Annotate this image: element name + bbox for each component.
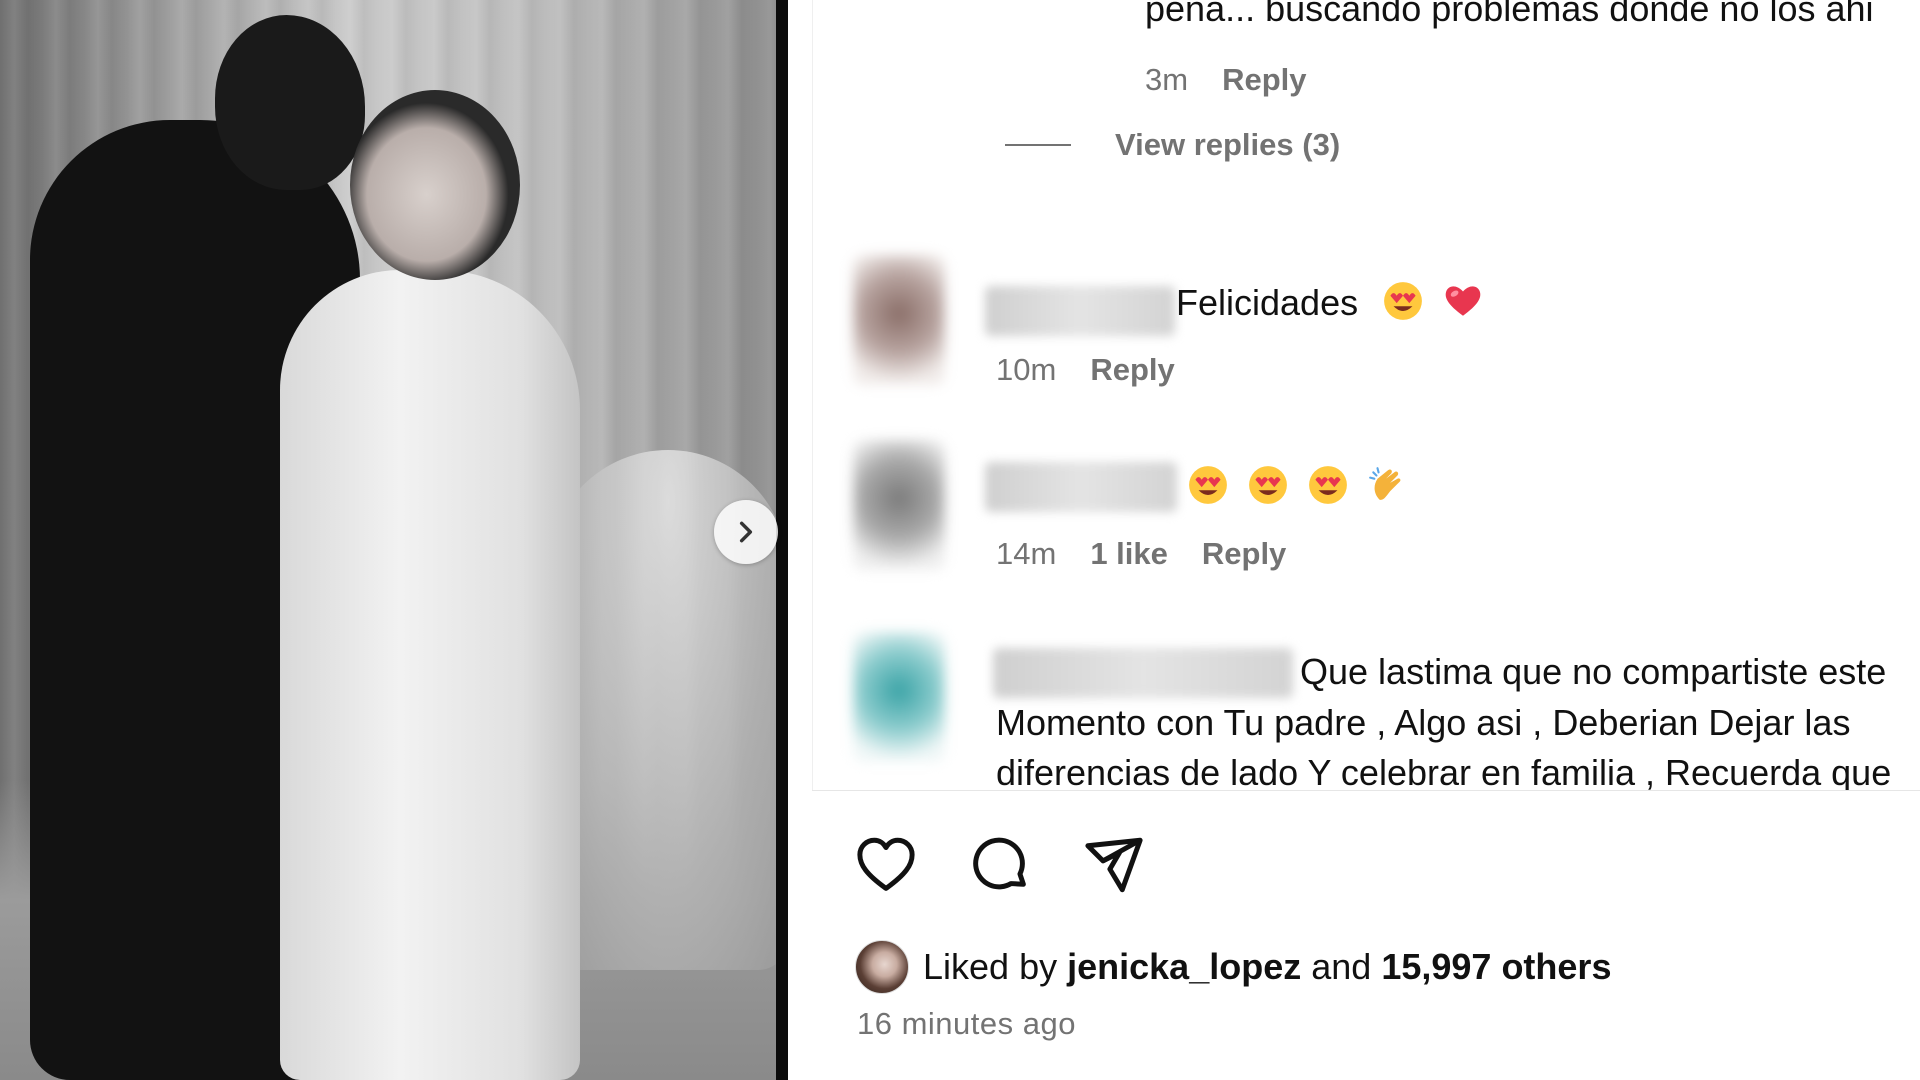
chevron-right-icon <box>739 521 753 543</box>
comments-list[interactable]: pena... buscando problemas donde no los … <box>812 0 1920 790</box>
comment-text <box>1187 462 1409 512</box>
share-icon[interactable] <box>1081 832 1147 898</box>
reply-button[interactable]: Reply <box>1202 536 1286 572</box>
comment-likes[interactable]: 1 like <box>1090 536 1168 572</box>
likes-summary: Liked by jenicka_lopez and 15,997 others <box>855 940 1611 994</box>
likes-others-link[interactable]: 15,997 others <box>1381 946 1611 987</box>
comment-meta: 10m Reply <box>996 352 1175 388</box>
comment-text-line: Que lastima que no compartiste este <box>1300 651 1887 692</box>
comment-text-line: diferencias de lado Y celebrar en famili… <box>996 752 1892 790</box>
comment-icon[interactable] <box>967 832 1033 898</box>
replies-line <box>1005 144 1071 146</box>
heart-eyes-emoji <box>1384 282 1423 321</box>
likes-text: Liked by jenicka_lopez and 15,997 others <box>923 946 1611 988</box>
comment-time: 14m <box>996 536 1057 571</box>
liker-username-link[interactable]: jenicka_lopez <box>1067 946 1301 987</box>
photo-woman-dress <box>280 270 580 1080</box>
avatar[interactable] <box>853 440 945 570</box>
heart-eyes-emoji <box>1249 466 1287 505</box>
section-divider <box>812 790 1920 791</box>
avatar[interactable] <box>853 255 945 385</box>
view-replies-label: View replies (3) <box>1115 127 1341 162</box>
reply-button[interactable]: Reply <box>1090 352 1174 388</box>
photo-border <box>776 0 788 1080</box>
post-photo[interactable] <box>0 0 776 1080</box>
next-photo-button[interactable] <box>714 500 778 564</box>
liker-avatar[interactable] <box>855 940 909 994</box>
comment-meta: 14m 1 like Reply <box>996 536 1286 572</box>
likes-prefix: Liked by <box>923 946 1058 987</box>
clapping-hands-emoji <box>1369 467 1401 501</box>
heart-eyes-emoji <box>1309 466 1347 505</box>
username-blurred[interactable] <box>993 648 1293 698</box>
comment-text-line: Momento con Tu padre , Algo asi , Deberi… <box>996 702 1851 743</box>
likes-and: and <box>1311 946 1372 987</box>
comment-text: pena... buscando problemas donde no los … <box>1145 0 1874 29</box>
comment-meta: 3m Reply <box>1145 62 1307 98</box>
comment-time: 10m <box>996 352 1057 387</box>
post-action-bar <box>853 832 1147 898</box>
red-heart-emoji <box>1445 286 1481 317</box>
photo-woman-head <box>350 90 520 280</box>
username-blurred[interactable] <box>985 286 1175 336</box>
reply-button[interactable]: Reply <box>1222 62 1306 98</box>
heart-icon[interactable] <box>853 832 919 898</box>
view-replies-button[interactable]: View replies (3) <box>1005 127 1340 163</box>
avatar[interactable] <box>853 632 945 762</box>
comment-text: Felicidades <box>1176 278 1484 328</box>
comment-time: 3m <box>1145 62 1189 97</box>
comment-body: Felicidades <box>1176 282 1359 323</box>
heart-eyes-emoji <box>1189 466 1227 505</box>
post-timestamp[interactable]: 16 minutes ago <box>857 1006 1076 1042</box>
username-blurred[interactable] <box>985 462 1177 512</box>
